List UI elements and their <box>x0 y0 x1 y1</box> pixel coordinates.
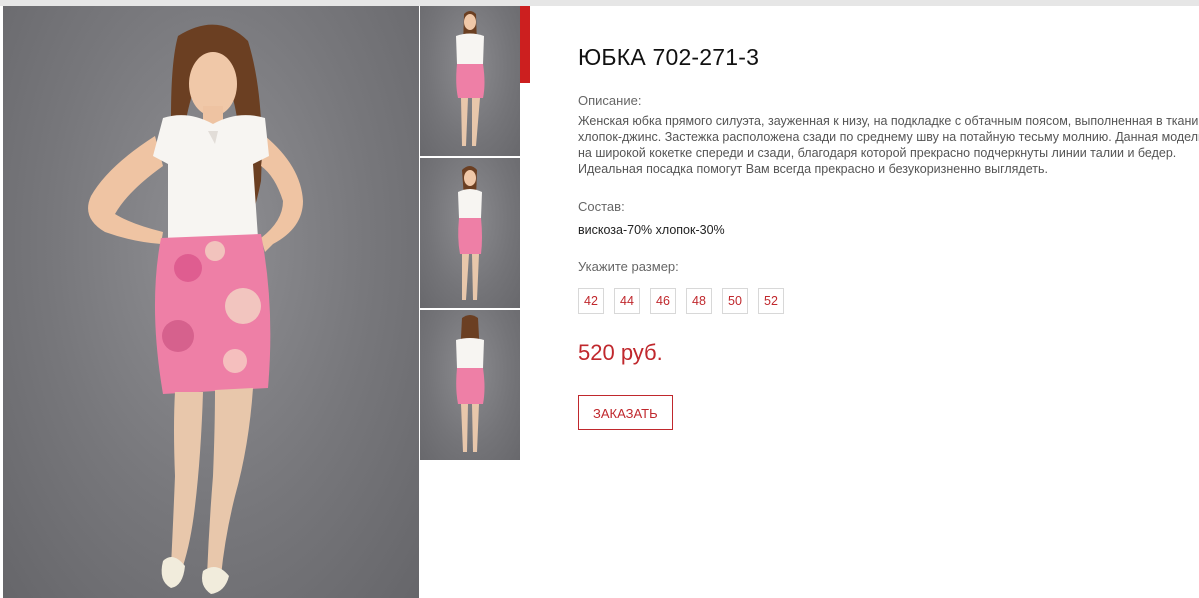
size-selector: 42 44 46 48 50 52 <box>578 288 1199 314</box>
size-option[interactable]: 44 <box>614 288 640 314</box>
order-button[interactable]: ЗАКАЗАТЬ <box>578 395 673 430</box>
product-title: ЮБКА 702-271-3 <box>578 44 760 70</box>
product-composition: вискоза-70% хлопок-30% <box>578 223 725 237</box>
size-option[interactable]: 50 <box>722 288 748 314</box>
composition-label: Состав: <box>578 199 625 214</box>
thumbnail-back[interactable] <box>420 310 520 460</box>
product-details: ЮБКА 702-271-3 Описание: Женская юбка пр… <box>578 44 1199 430</box>
thumbnail-figure <box>456 11 485 146</box>
size-option[interactable]: 52 <box>758 288 784 314</box>
thumbnail-figure <box>456 315 485 452</box>
thumbnail-front[interactable] <box>420 6 520 156</box>
thumbnail-figure <box>458 166 482 300</box>
product-description: Женская юбка прямого силуэта, зауженная … <box>578 114 1199 176</box>
thumbnail-column <box>420 6 520 462</box>
product-price: 520 руб. <box>578 340 663 365</box>
thumbnail-side[interactable] <box>420 158 520 308</box>
size-option[interactable]: 42 <box>578 288 604 314</box>
description-label: Описание: <box>578 93 642 108</box>
model-figure <box>88 24 303 594</box>
size-option[interactable]: 48 <box>686 288 712 314</box>
size-option[interactable]: 46 <box>650 288 676 314</box>
main-product-photo[interactable] <box>3 6 419 598</box>
size-label: Укажите размер: <box>578 259 679 274</box>
accent-bar <box>520 6 530 83</box>
